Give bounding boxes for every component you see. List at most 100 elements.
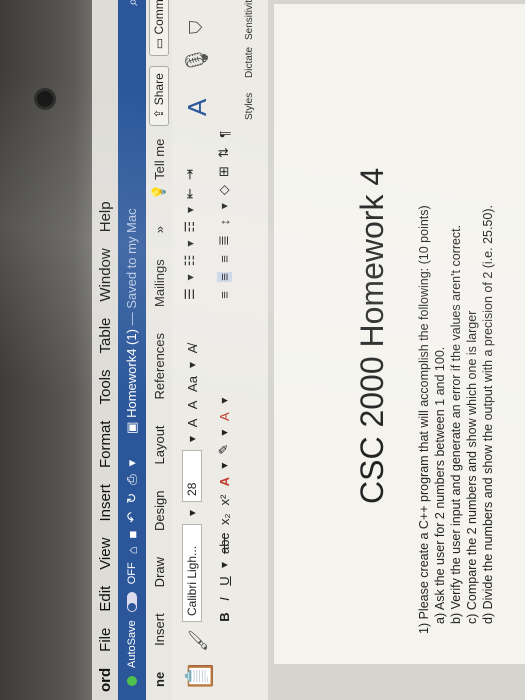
document-name: Homework4 (1) (124, 329, 139, 418)
shading-icon[interactable]: ◇ (216, 185, 232, 195)
font-color-button[interactable]: A (217, 477, 232, 487)
clear-formatting-icon[interactable]: A̸ (185, 344, 200, 354)
print-icon[interactable]: ⎙ (124, 474, 140, 484)
align-center-icon[interactable]: ≡ (216, 272, 232, 282)
sensitivity-icon[interactable]: ⛉ (186, 21, 207, 35)
decrease-indent-icon[interactable]: ⇤ (182, 188, 198, 199)
subscript-button[interactable]: x₂ (217, 513, 232, 525)
laptop-bezel (0, 0, 92, 700)
microphone-icon[interactable]: 🎙 (184, 46, 210, 74)
document-page[interactable]: CSC 2000 Homework 4 1) Please create a C… (274, 4, 525, 664)
italic-button[interactable]: I (217, 594, 232, 604)
numbering-chevron-icon[interactable]: ▾ (183, 241, 197, 247)
menu-table[interactable]: Table (97, 318, 114, 354)
font-size-select[interactable]: 28 (182, 449, 202, 502)
instruction-line: a) Ask the user for 2 numbers between 1 … (433, 346, 447, 624)
numbering-icon[interactable]: ☷ (182, 255, 198, 267)
font-size-chevron-icon[interactable]: ▾ (185, 436, 199, 442)
tab-references[interactable]: References (152, 320, 167, 412)
tab-home[interactable]: ne (152, 659, 167, 700)
paragraph-row-2: ≡ ≡ ≡ ≣ ↕ ▾ ◇ ⊞ ⇅ ¶ (216, 129, 232, 300)
font-name-chevron-icon[interactable]: ▾ (185, 510, 199, 516)
menu-help[interactable]: Help (97, 201, 114, 232)
comments-button[interactable]: ▭ Comments (149, 0, 169, 57)
redo-icon[interactable]: ↻ (124, 493, 140, 504)
underline-chevron-icon[interactable]: ▾ (217, 562, 231, 568)
text-effects-chevron-icon[interactable]: ▾ (217, 398, 231, 404)
instruction-line: 1) Please create a C++ program that will… (417, 205, 431, 634)
highlight-chevron-icon[interactable]: ▾ (217, 430, 231, 436)
customize-chevron-icon[interactable]: ▾ (124, 460, 140, 467)
autosave-state: OFF (126, 562, 138, 585)
text-effects-icon[interactable]: A (217, 412, 232, 422)
menu-window[interactable]: Window (97, 248, 114, 301)
menu-insert[interactable]: Insert (97, 484, 114, 522)
sensitivity-label: Sensitivity (244, 0, 255, 40)
instruction-line: c) Compare the 2 numbers and show which … (465, 310, 479, 624)
bullets-icon[interactable]: ☰ (182, 288, 198, 300)
align-right-icon[interactable]: ≡ (217, 254, 232, 264)
menu-edit[interactable]: Edit (97, 586, 114, 612)
document-heading[interactable]: CSC 2000 Homework 4 (354, 168, 391, 504)
font-row-1: Calibri Ligh... ▾ 28 ▾ A A Aa ▾ A̸ (182, 344, 202, 622)
justify-icon[interactable]: ≣ (216, 235, 232, 246)
grow-font-button[interactable]: A (185, 418, 200, 428)
tab-draw[interactable]: Draw (152, 544, 167, 600)
save-icon[interactable]: ■ (125, 531, 140, 539)
share-button[interactable]: ⇪ Share (149, 66, 169, 126)
dictate-label: Dictate (244, 46, 255, 78)
line-spacing-chevron-icon[interactable]: ▾ (217, 203, 231, 209)
tab-design[interactable]: Design (152, 478, 167, 544)
webcam (34, 88, 56, 110)
home-icon[interactable]: ⌂ (125, 546, 140, 554)
ribbon-home-panel: 📋 🖌 Calibri Ligh... ▾ 28 ▾ A A Aa ▾ A̸ B… (172, 0, 269, 700)
multilevel-chevron-icon[interactable]: ▾ (183, 207, 197, 213)
change-case-button[interactable]: Aa (185, 376, 200, 392)
styles-gallery-icon[interactable]: A (182, 99, 213, 116)
format-painter-icon[interactable]: 🖌 (188, 629, 209, 652)
instruction-list[interactable]: 1) Please create a C++ program that will… (416, 0, 496, 634)
menu-app-word[interactable]: ord (97, 668, 114, 692)
paste-icon[interactable]: 📋 (184, 660, 215, 692)
sort-icon[interactable]: ⇅ (216, 147, 232, 158)
ribbon-tabs: ne Insert Draw Design Layout References … (146, 0, 172, 700)
superscript-button[interactable]: x² (217, 495, 232, 506)
line-spacing-icon[interactable]: ↕ (217, 217, 232, 227)
show-formatting-icon[interactable]: ¶ (217, 129, 232, 139)
align-left-icon[interactable]: ≡ (217, 290, 232, 300)
font-color-chevron-icon[interactable]: ▾ (217, 463, 231, 469)
borders-icon[interactable]: ⊞ (216, 166, 232, 177)
bold-button[interactable]: B (217, 612, 232, 622)
menu-file[interactable]: File (97, 628, 114, 652)
comment-icon: ▭ (152, 37, 166, 50)
underline-button[interactable]: U (217, 576, 232, 586)
more-tabs-chevron[interactable]: » (152, 213, 167, 246)
shrink-font-button[interactable]: A (185, 400, 200, 410)
undo-icon[interactable]: ↶ (124, 512, 140, 523)
increase-indent-icon[interactable]: ⇥ (182, 169, 198, 180)
rotated-screen-photo: ord File Edit View Insert Format Tools T… (0, 0, 525, 700)
bullets-chevron-icon[interactable]: ▾ (183, 274, 197, 280)
change-case-chevron-icon[interactable]: ▾ (185, 362, 199, 368)
search-icon[interactable]: ⌕ (124, 0, 141, 6)
tab-insert[interactable]: Insert (152, 600, 167, 659)
tell-me-box[interactable]: 💡 Tell me (151, 126, 167, 213)
menu-format[interactable]: Format (97, 421, 114, 469)
menu-view[interactable]: View (97, 538, 114, 570)
autosave-label: AutoSave (126, 620, 138, 668)
strikethrough-button[interactable]: abc (217, 533, 232, 554)
word-title-bar: AutoSave OFF ⌂ ■ ↶ ↻ ⎙ ▾ ▣ Homework4 (1)… (118, 0, 146, 700)
document-title: ▣ Homework4 (1) — Saved to my Mac (124, 208, 140, 433)
autosave-toggle[interactable] (127, 592, 137, 613)
multilevel-list-icon[interactable]: ☶ (182, 221, 198, 233)
paragraph-row-1: ☰ ▾ ☷ ▾ ☶ ▾ ⇤ ⇥ (182, 169, 198, 300)
font-name-select[interactable]: Calibri Ligh... (182, 524, 202, 622)
autosave-status-dot (127, 676, 137, 686)
instruction-line: b) Verify the user input and generate an… (449, 224, 463, 624)
menu-tools[interactable]: Tools (97, 369, 114, 404)
tab-actions: ⇪ Share ▭ Comments (149, 0, 169, 126)
highlight-icon[interactable]: ✎ (216, 444, 232, 455)
tab-mailings[interactable]: Mailings (152, 246, 167, 320)
share-icon: ⇪ (152, 108, 166, 119)
tab-layout[interactable]: Layout (152, 412, 167, 477)
